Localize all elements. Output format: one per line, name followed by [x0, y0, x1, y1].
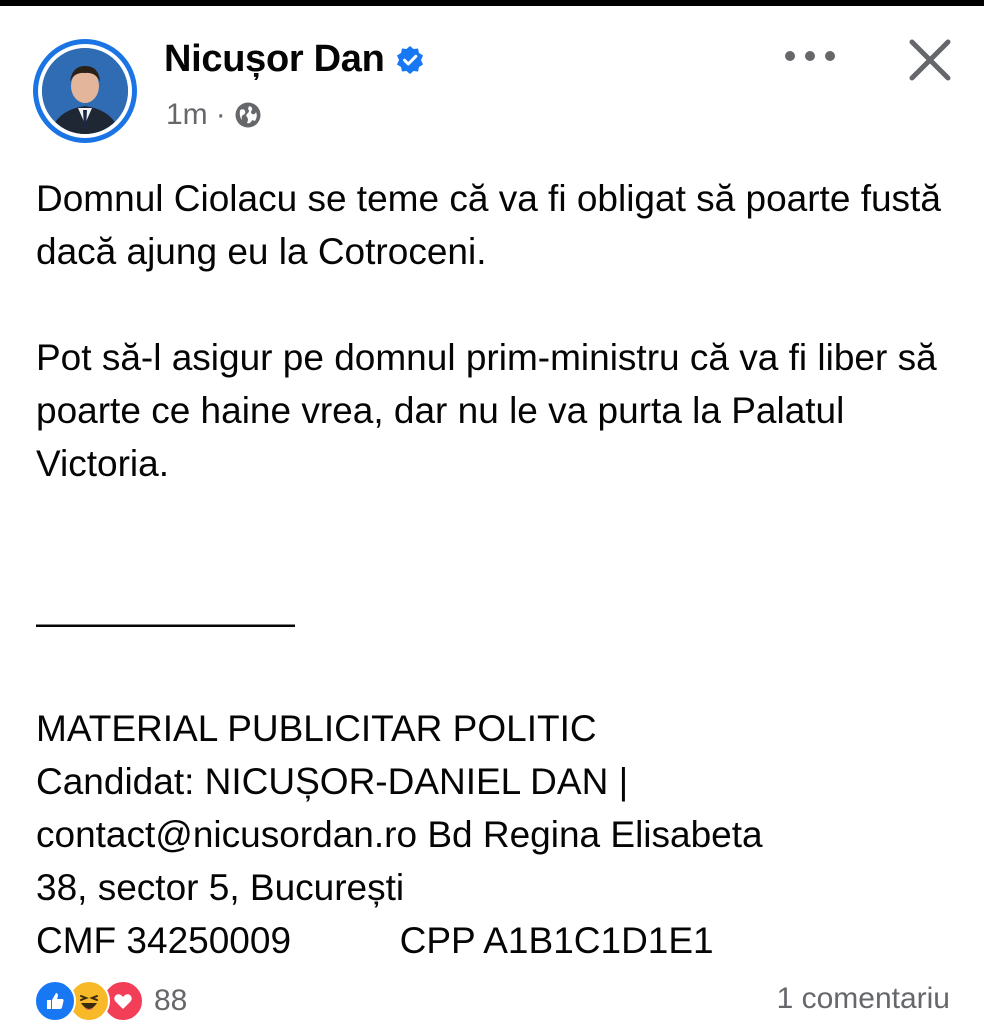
disclaimer-line-3: contact@nicusordan.ro Bd Regina Elisabet… [36, 814, 763, 855]
disclaimer-line-2: Candidat: NICUȘOR-DANIEL DAN | [36, 761, 629, 802]
post-body: Domnul Ciolacu se teme că va fi obligat … [36, 172, 966, 967]
author-name[interactable]: Nicușor Dan [164, 38, 385, 81]
reaction-count: 88 [154, 984, 188, 1017]
disclaimer-cmf: CMF 34250009 [36, 920, 292, 961]
like-icon [34, 980, 76, 1022]
post-paragraph-1: Domnul Ciolacu se teme că va fi obligat … [36, 178, 941, 272]
disclaimer-line-1: MATERIAL PUBLICITAR POLITIC [36, 708, 597, 749]
post-paragraph-2: Pot să-l asigur pe domnul prim-ministru … [36, 337, 937, 484]
avatar[interactable] [33, 39, 137, 143]
post-footer: 88 1 comentariu [0, 972, 984, 1024]
close-button[interactable] [898, 28, 962, 92]
close-icon [909, 39, 951, 81]
comments-count-link[interactable]: 1 comentariu [777, 982, 950, 1016]
more-options-button[interactable] [780, 36, 840, 76]
post-time[interactable]: 1m [166, 98, 208, 132]
verified-badge-icon [395, 45, 425, 75]
meta-separator: · [215, 98, 226, 131]
post-header: Nicușor Dan 1m · [0, 6, 984, 146]
profile-photo [42, 48, 128, 134]
divider-line: ——————— [36, 602, 295, 643]
reactions-summary[interactable]: 88 [34, 980, 187, 1022]
ellipsis-icon [785, 51, 835, 61]
globe-icon [234, 101, 262, 129]
disclaimer-line-4: 38, sector 5, București [36, 867, 405, 908]
disclaimer-cpp: CPP A1B1C1D1E1 [399, 920, 714, 961]
